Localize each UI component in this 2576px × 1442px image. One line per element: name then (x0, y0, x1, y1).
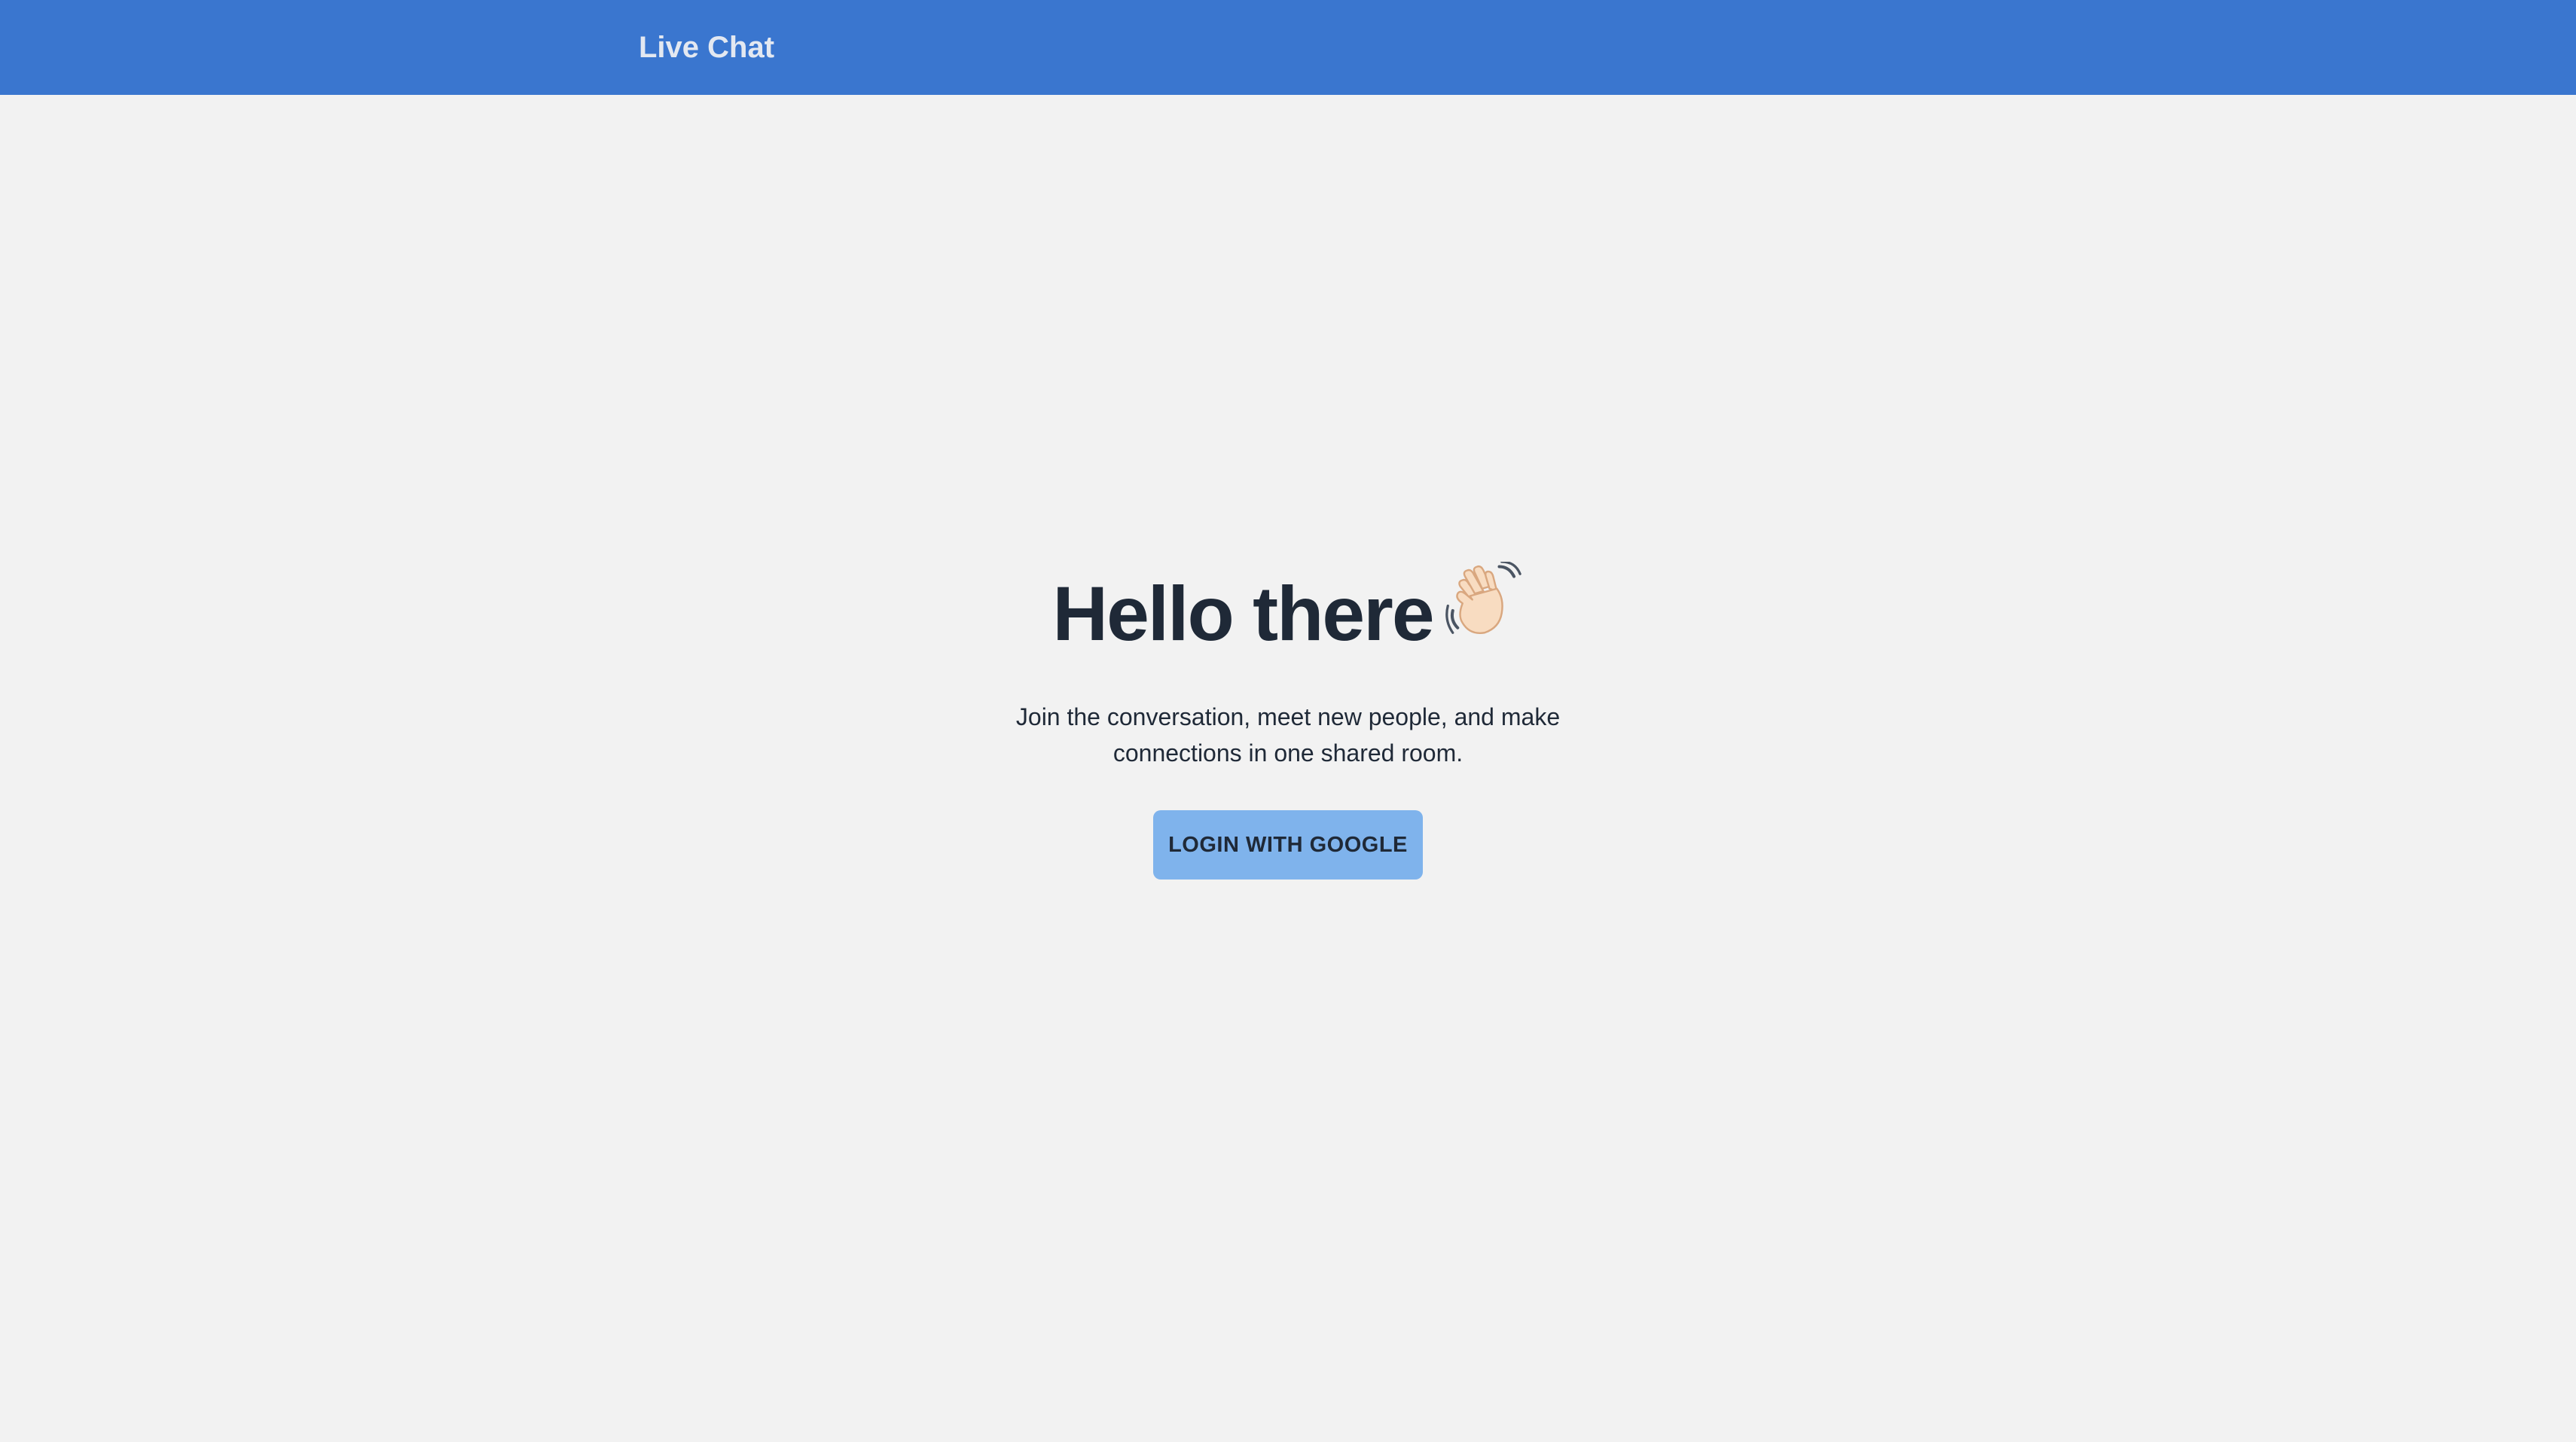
hero-title-text: Hello there (1052, 571, 1434, 657)
brand-title[interactable]: Live Chat (639, 0, 774, 95)
login-with-google-button[interactable]: LOGIN WITH GOOGLE (1153, 810, 1423, 880)
hero-description: Join the conversation, meet new people, … (1015, 703, 1561, 767)
top-navbar: Live Chat (0, 0, 2576, 95)
waving-hand-icon (1445, 557, 1524, 670)
hero-section: Hello there Join the conversation, meet … (0, 557, 2576, 880)
page-title: Hello there (0, 557, 2576, 670)
